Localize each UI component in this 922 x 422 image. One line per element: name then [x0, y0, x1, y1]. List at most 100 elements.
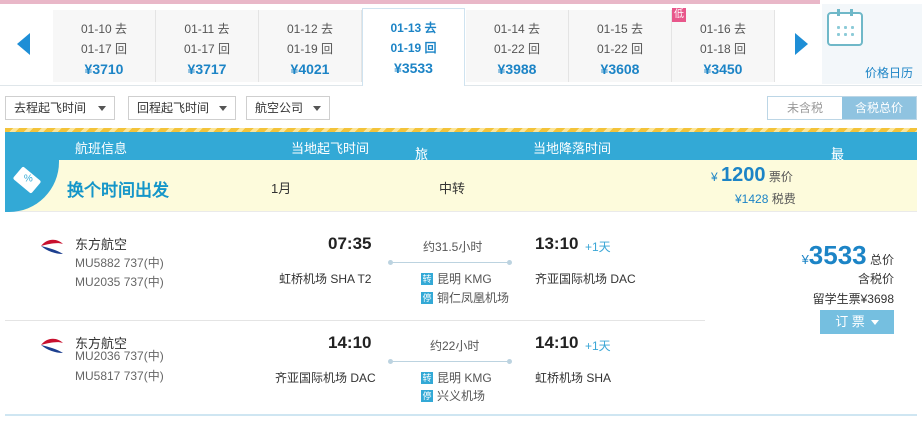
stop-airport: 铜仁凤凰机场	[437, 291, 510, 305]
chevron-left-icon	[16, 33, 30, 55]
airline-name: 东方航空	[75, 237, 128, 252]
stop-airport: 兴义机场	[437, 389, 486, 403]
caret-down-icon	[870, 320, 879, 326]
stop-airport: 昆明 KMG	[437, 272, 492, 286]
stopover-stop: 停兴义机场	[421, 387, 485, 404]
price-calendar-label: 价格日历	[865, 66, 914, 80]
depart-date: 01-14 去	[493, 22, 541, 36]
date-price: ¥3450	[703, 61, 743, 77]
total-price: ¥3533 总价	[802, 240, 894, 271]
promo-title: 换个时间出发	[67, 181, 169, 200]
price-calendar-button[interactable]: 价格日历	[822, 4, 922, 84]
date-option[interactable]: 01-10 去 01-17 回 ¥3710	[53, 10, 156, 82]
next-day-badge: +1天	[585, 339, 611, 353]
total-price-value: 3533	[808, 240, 867, 270]
date-price: ¥3988	[497, 61, 537, 77]
low-price-badge: 低	[672, 8, 686, 22]
airline-dropdown[interactable]: 航空公司	[246, 96, 330, 120]
col-arrive-time[interactable]: 当地降落时间	[533, 138, 611, 157]
sort-icon: ↕	[831, 144, 837, 156]
date-price: ¥3717	[187, 61, 227, 77]
prev-dates-button[interactable]	[0, 4, 46, 84]
sort-icon: ↕	[415, 144, 421, 156]
return-date: 01-22 回	[596, 42, 644, 56]
flight-duration: 约31.5小时	[423, 240, 483, 254]
date-price: ¥3533	[394, 60, 433, 76]
stopover-badge: 停	[421, 291, 433, 304]
alt-time-promo[interactable]: 换个时间出发 1月 中转 ¥ 1200 票价 ¥1428 税费	[5, 160, 917, 212]
promo-price-label: 票价	[768, 170, 793, 184]
transfer-stop: 转昆明 KMG	[421, 270, 492, 287]
caret-down-icon	[313, 106, 321, 111]
date-option[interactable]: 01-12 去 01-19 回 ¥4021	[259, 10, 362, 82]
next-dates-button[interactable]	[778, 4, 824, 84]
transfer-badge: 转	[421, 371, 433, 384]
stop-airport: 昆明 KMG	[437, 371, 492, 385]
date-option[interactable]: 01-15 去 01-22 回 ¥3608	[569, 10, 672, 82]
col-flight-info: 航班信息	[75, 141, 128, 156]
date-price: ¥3608	[600, 61, 640, 77]
col-depart-time[interactable]: 当地起飞时间	[291, 138, 369, 157]
return-date: 01-19 回	[286, 42, 334, 56]
depart-time: 14:10	[328, 333, 372, 352]
incl-tax-option[interactable]: 含税总价	[842, 97, 916, 119]
depart-time: 07:35	[328, 234, 372, 253]
depart-date: 01-10 去	[80, 22, 128, 36]
date-price: ¥4021	[290, 61, 330, 77]
return-time-dropdown[interactable]: 回程起飞时间	[128, 96, 236, 120]
dropdown-label: 回程起飞时间	[137, 101, 210, 115]
duration-line	[388, 260, 512, 265]
excl-tax-option[interactable]: 未含税	[768, 97, 842, 119]
book-button[interactable]: 订 票	[820, 310, 894, 334]
depart-date: 01-15 去	[596, 22, 644, 36]
stopover-badge: 停	[421, 389, 433, 402]
return-date: 01-17 回	[80, 42, 128, 56]
depart-date: 01-12 去	[286, 22, 334, 36]
arrive-airport: 虹桥机场 SHA	[535, 371, 612, 385]
student-fare: 留学生票¥3698	[812, 292, 894, 306]
date-price: ¥3710	[84, 61, 124, 77]
return-date: 01-18 回	[699, 42, 747, 56]
depart-airport: 齐亚国际机场 DAC	[275, 371, 376, 385]
depart-date: 01-11 去	[184, 22, 230, 36]
flight-number: MU5817 737(中)	[75, 369, 164, 383]
depart-date: 01-16 去	[699, 22, 747, 36]
return-date: 01-17 回	[183, 42, 231, 56]
outbound-time-dropdown[interactable]: 去程起飞时间	[5, 96, 115, 120]
promo-price-value: 1200	[721, 164, 766, 186]
promo-badge	[5, 160, 59, 212]
caret-down-icon	[219, 106, 227, 111]
date-strip: 01-10 去 01-17 回 ¥3710 01-11 去 01-17 回 ¥3…	[0, 0, 922, 86]
flight-number: MU5882 737(中)	[75, 256, 164, 270]
arrive-time: 13:10	[535, 234, 579, 253]
depart-date: 01-13 去	[390, 21, 437, 35]
flight-number: MU2036 737(中)	[75, 349, 164, 363]
discount-tag-icon	[12, 166, 42, 194]
date-option[interactable]: 低 01-16 去 01-18 回 ¥3450	[672, 8, 775, 82]
china-eastern-logo-icon	[41, 338, 63, 353]
transfer-badge: 转	[421, 272, 433, 285]
date-option-selected[interactable]: 01-13 去 01-19 回 ¥3533	[362, 8, 465, 86]
flight-number: MU2035 737(中)	[75, 275, 164, 289]
dropdown-label: 航空公司	[255, 101, 304, 115]
return-date: 01-22 回	[493, 42, 541, 56]
caret-down-icon	[98, 106, 106, 111]
depart-airport: 虹桥机场 SHA T2	[279, 272, 372, 286]
date-option[interactable]: 01-11 去 01-17 回 ¥3717	[156, 10, 259, 82]
promo-month: 1月	[271, 181, 292, 196]
arrive-airport: 齐亚国际机场 DAC	[535, 272, 636, 286]
date-option[interactable]: 01-14 去 01-22 回 ¥3988	[466, 10, 569, 82]
return-date: 01-19 回	[390, 41, 437, 55]
tax-toggle: 未含税 含税总价	[767, 96, 917, 120]
duration-line	[388, 359, 512, 364]
calendar-icon	[827, 9, 863, 46]
promo-tax-value: ¥1428	[735, 192, 769, 206]
flight-leg-outbound: 东方航空 MU5882 737(中) MU2035 737(中) 07:35 约…	[5, 222, 705, 318]
transfer-stop: 转昆明 KMG	[421, 369, 492, 386]
row-divider	[5, 414, 917, 416]
dropdown-label: 去程起飞时间	[14, 101, 87, 115]
promo-tax: ¥1428 税费	[735, 190, 796, 207]
china-eastern-logo-icon	[41, 239, 63, 254]
promo-price: ¥ 1200 票价	[711, 164, 793, 187]
stopover-stop: 停铜仁凤凰机场	[421, 289, 509, 306]
